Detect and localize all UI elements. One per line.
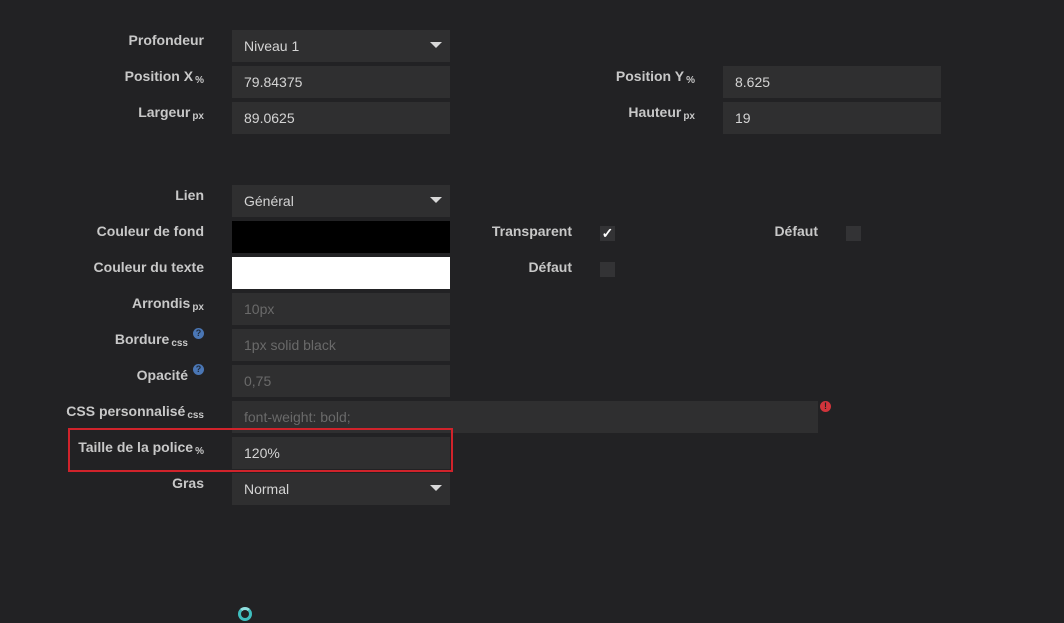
position-x-input[interactable]: 79.84375	[232, 66, 450, 98]
custom-css-label: CSS personnalisé css	[66, 403, 204, 421]
bold-label: Gras	[172, 475, 204, 491]
chevron-down-icon	[430, 42, 442, 48]
font-size-input[interactable]: 120%	[232, 437, 450, 469]
text-color-swatch[interactable]	[232, 257, 450, 289]
chevron-down-icon	[430, 197, 442, 203]
position-x-label: Position X%	[124, 68, 204, 86]
transparent-label: Transparent	[491, 223, 572, 239]
width-label: Largeur px	[138, 104, 204, 122]
error-icon: !	[820, 401, 831, 412]
position-y-input[interactable]: 8.625	[723, 66, 941, 98]
text-default-checkbox[interactable]	[600, 262, 615, 277]
link-label: Lien	[175, 187, 204, 203]
bg-default-label: Défaut	[774, 223, 818, 239]
width-input[interactable]: 89.0625	[232, 102, 450, 134]
loading-spinner-icon	[238, 607, 252, 621]
radius-input[interactable]: 10px	[232, 293, 450, 325]
bg-default-checkbox[interactable]	[846, 226, 861, 241]
depth-value: Niveau 1	[244, 38, 300, 54]
help-icon[interactable]: ?	[193, 328, 204, 339]
bg-color-label: Couleur de fond	[96, 223, 204, 239]
text-color-label: Couleur du texte	[93, 259, 204, 275]
text-default-label: Défaut	[528, 259, 572, 275]
border-input[interactable]: 1px solid black	[232, 329, 450, 361]
bg-color-swatch[interactable]	[232, 221, 450, 253]
font-size-label: Taille de la police%	[78, 439, 204, 457]
radius-label: Arrondis px	[131, 295, 204, 313]
depth-label: Profondeur	[128, 32, 204, 48]
height-label: Hauteur px	[628, 104, 695, 122]
position-y-label: Position Y%	[615, 68, 695, 86]
height-input[interactable]: 19	[723, 102, 941, 134]
opacity-input[interactable]: 0,75	[232, 365, 450, 397]
border-label: Bordure css	[114, 331, 188, 349]
help-icon[interactable]: ?	[193, 364, 204, 375]
chevron-down-icon	[430, 485, 442, 491]
depth-select[interactable]: Niveau 1	[232, 30, 450, 62]
transparent-checkbox[interactable]: ✓	[600, 226, 615, 241]
link-select[interactable]: Général	[232, 185, 450, 217]
bold-value: Normal	[244, 481, 290, 497]
bold-select[interactable]: Normal	[232, 473, 450, 505]
opacity-label: Opacité	[136, 367, 188, 383]
link-value: Général	[244, 193, 294, 209]
